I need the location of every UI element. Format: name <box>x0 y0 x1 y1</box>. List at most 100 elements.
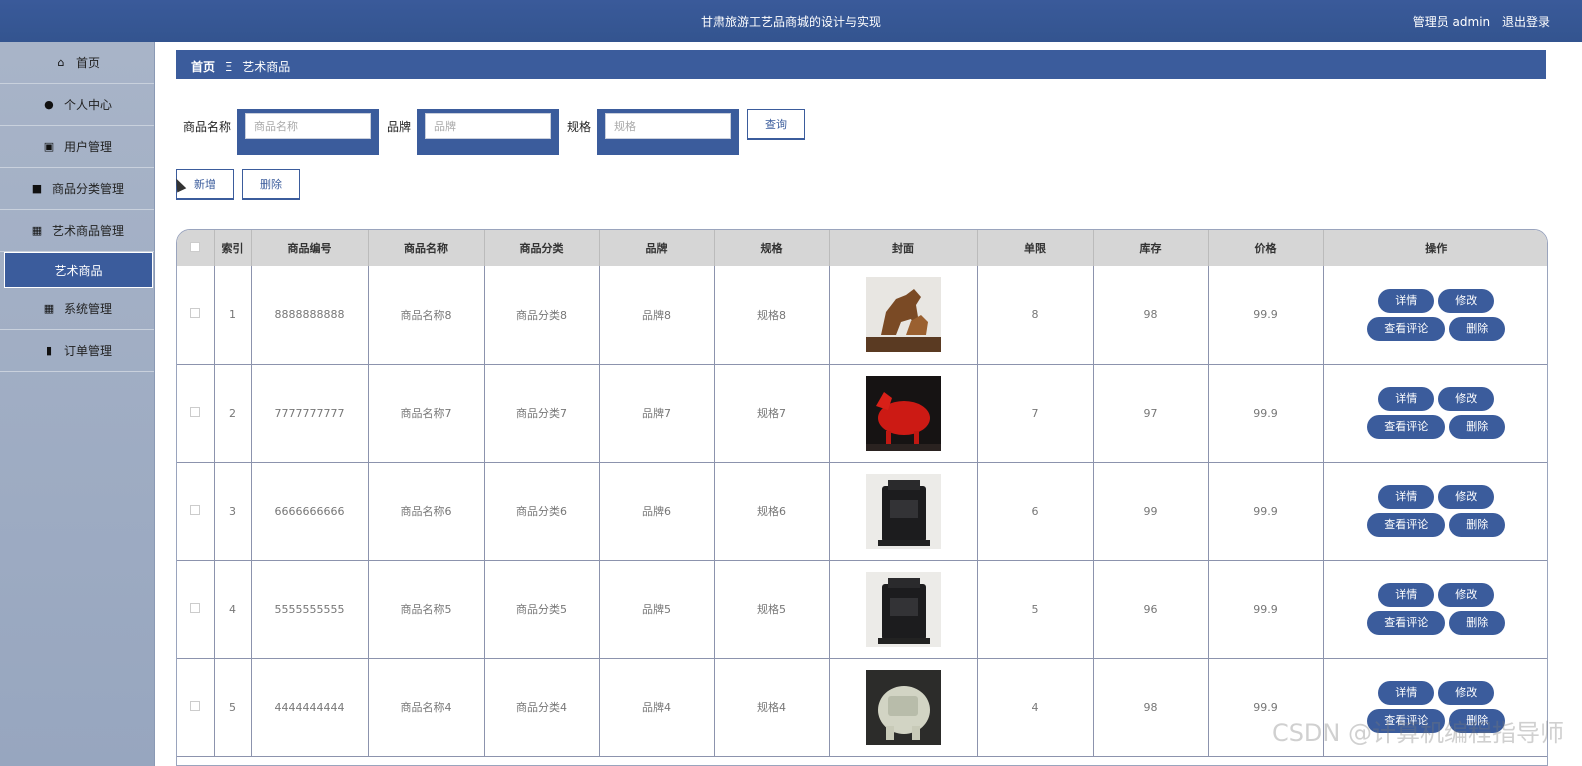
cell-brand: 品牌6 <box>599 462 715 561</box>
cover-image <box>865 277 941 353</box>
cell-price: 99.9 <box>1208 462 1324 561</box>
sidebar-item-system[interactable]: ▦ 系统管理 <box>0 288 154 330</box>
briefcase-icon: ■ <box>31 182 43 195</box>
edit-button[interactable]: 修改 <box>1438 387 1495 411</box>
cell-category: 商品分类5 <box>484 560 600 659</box>
cell-name: 商品名称5 <box>368 560 485 659</box>
cell-price: 99.9 <box>1208 364 1324 463</box>
cell-cover <box>829 266 978 365</box>
logout-link[interactable]: 退出登录 <box>1502 15 1550 29</box>
name-label: 商品名称 <box>183 120 232 134</box>
grid-icon: ▦ <box>43 302 55 315</box>
sidebar-item-label: 订单管理 <box>63 344 112 358</box>
cell-operations: 详情 修改查看评论 删除 <box>1323 560 1547 659</box>
row-delete-button[interactable]: 删除 <box>1449 316 1506 341</box>
sidebar-item-art-goods[interactable]: 艺术商品 <box>4 252 153 288</box>
select-all-checkbox[interactable] <box>190 241 201 252</box>
cell-spec: 规格5 <box>714 560 830 659</box>
action-bar: 新增 删除 <box>176 169 300 200</box>
row-checkbox[interactable] <box>190 504 201 515</box>
cell-index: 4 <box>214 560 252 659</box>
book-icon: ▮ <box>45 344 53 357</box>
detail-button[interactable]: 详情 <box>1378 681 1435 705</box>
cell-code: 5555555555 <box>251 560 369 659</box>
cell-category: 商品分类7 <box>484 364 600 463</box>
view-comments-button[interactable]: 查看评论 <box>1367 415 1446 439</box>
cell-category: 商品分类8 <box>484 266 600 365</box>
user-area: 管理员 admin 退出登录 <box>1405 13 1550 30</box>
breadcrumb-home[interactable]: 首页 <box>191 60 215 74</box>
cell-brand: 品牌5 <box>599 560 715 659</box>
cell-operations: 详情 修改查看评论 删除 <box>1323 266 1547 365</box>
cell-stock: 98 <box>1093 266 1209 365</box>
sidebar-item-home[interactable]: ⌂ 首页 <box>0 42 154 84</box>
cell-stock: 96 <box>1093 560 1209 659</box>
cell-name: 商品名称8 <box>368 266 485 365</box>
cell-spec: 规格4 <box>714 658 830 757</box>
name-input[interactable] <box>245 113 372 139</box>
sidebar-item-art-goods-mgmt[interactable]: ▦ 艺术商品管理 <box>0 210 154 252</box>
row-delete-button[interactable]: 删除 <box>1449 611 1506 635</box>
table-header: 索引 商品编号 商品名称 商品分类 品牌 规格 封面 单限 库存 价格 操作 <box>177 230 1547 266</box>
brand-input[interactable] <box>425 113 552 139</box>
edit-button[interactable]: 修改 <box>1438 288 1495 313</box>
app-title: 甘肃旅游工艺品商城的设计与实现 <box>700 15 881 29</box>
view-comments-button[interactable]: 查看评论 <box>1367 611 1446 635</box>
edit-button[interactable]: 修改 <box>1438 583 1495 607</box>
sidebar-item-categories[interactable]: ■ 商品分类管理 <box>0 168 154 210</box>
spec-label: 规格 <box>567 120 592 134</box>
col-header: 操作 <box>1425 242 1448 255</box>
col-header: 品牌 <box>599 230 715 266</box>
col-header: 封面 <box>829 230 978 266</box>
cell-code: 4444444444 <box>251 658 369 757</box>
detail-button[interactable]: 详情 <box>1378 583 1435 607</box>
cell-limit: 7 <box>977 364 1094 463</box>
spec-input[interactable] <box>605 113 732 139</box>
goods-table: 索引 商品编号 商品名称 商品分类 品牌 规格 封面 单限 库存 价格 操作 1… <box>176 229 1548 766</box>
cell-price: 99.9 <box>1208 560 1324 659</box>
brand-field-box <box>417 109 560 155</box>
row-checkbox[interactable] <box>190 406 201 417</box>
cover-image <box>865 473 941 549</box>
row-checkbox[interactable] <box>190 602 201 613</box>
detail-button[interactable]: 详情 <box>1378 387 1435 411</box>
cell-limit: 5 <box>977 560 1094 659</box>
view-comments-button[interactable]: 查看评论 <box>1367 316 1446 341</box>
grid-icon: ▦ <box>31 224 43 237</box>
sidebar-item-label: 个人中心 <box>63 98 112 112</box>
watermark: CSDN @计算机编程指导师 <box>1271 719 1564 747</box>
sidebar-item-label: 系统管理 <box>63 302 112 316</box>
edit-button[interactable]: 修改 <box>1438 681 1495 705</box>
row-delete-button[interactable]: 删除 <box>1449 513 1506 537</box>
col-header: 价格 <box>1208 230 1324 266</box>
col-header: 库存 <box>1093 230 1209 266</box>
delete-button[interactable]: 删除 <box>242 169 300 200</box>
cell-stock: 97 <box>1093 364 1209 463</box>
cell-limit: 8 <box>977 266 1094 365</box>
cell-brand: 品牌7 <box>599 364 715 463</box>
sidebar-item-label: 艺术商品管理 <box>51 224 124 238</box>
detail-button[interactable]: 详情 <box>1378 288 1435 313</box>
cell-cover <box>829 560 978 659</box>
search-bar: 商品名称 品牌 规格 查询 <box>183 109 806 155</box>
query-button[interactable]: 查询 <box>747 109 806 140</box>
user-icon: ● <box>44 98 54 111</box>
cell-category: 商品分类6 <box>484 462 600 561</box>
cell-operations: 详情 修改查看评论 删除 <box>1323 364 1547 463</box>
row-checkbox[interactable] <box>190 700 201 711</box>
table-row: 2 7777777777 商品名称7 商品分类7 品牌7 规格7 7 97 99.9 详情 修改 查看… <box>177 364 1547 463</box>
detail-button[interactable]: 详情 <box>1378 485 1435 509</box>
row-delete-button[interactable]: 删除 <box>1449 415 1506 439</box>
view-comments-button[interactable]: 查看评论 <box>1367 513 1446 537</box>
cell-limit: 4 <box>977 658 1094 757</box>
sidebar-item-orders[interactable]: ▮ 订单管理 <box>0 330 154 372</box>
breadcrumb-separator: Ξ <box>224 60 233 74</box>
sidebar-item-profile[interactable]: ● 个人中心 <box>0 84 154 126</box>
cell-price: 99.9 <box>1208 266 1324 365</box>
edit-button[interactable]: 修改 <box>1438 485 1495 509</box>
sidebar-item-users[interactable]: ▣ 用户管理 <box>0 126 154 168</box>
cell-name: 商品名称4 <box>368 658 485 757</box>
table-row: 3 6666666666 商品名称6 商品分类6 品牌6 规格6 6 99 99.9 详情 修改 查看… <box>177 462 1547 561</box>
home-icon: ⌂ <box>57 56 65 69</box>
row-checkbox[interactable] <box>190 308 201 319</box>
